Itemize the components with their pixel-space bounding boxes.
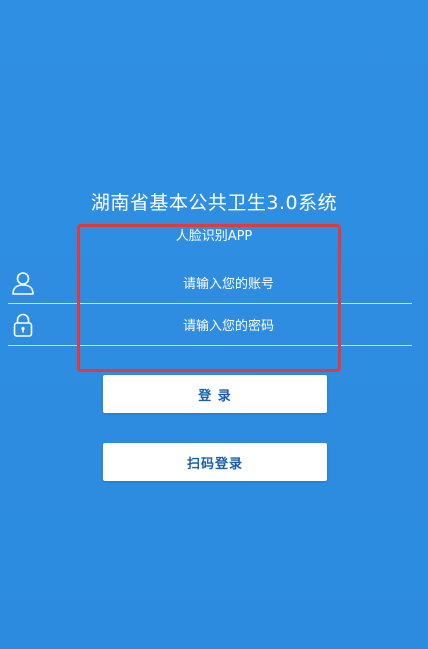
user-icon (10, 270, 36, 296)
scan-login-button[interactable]: 扫码登录 (103, 443, 327, 481)
account-underline (8, 303, 412, 304)
password-field (0, 306, 428, 346)
lock-icon (10, 312, 36, 338)
account-field (0, 264, 428, 304)
account-input[interactable] (45, 270, 412, 298)
app-subtitle: 人脸识别APP (175, 229, 253, 244)
password-input[interactable] (45, 312, 412, 340)
login-button[interactable]: 登 录 (103, 375, 327, 413)
password-underline (8, 345, 412, 346)
login-screen: 湖南省基本公共卫生3.0系统 人脸识别APP 登 录 扫码登录 (0, 0, 428, 649)
app-title: 湖南省基本公共卫生3.0系统 (90, 192, 338, 214)
